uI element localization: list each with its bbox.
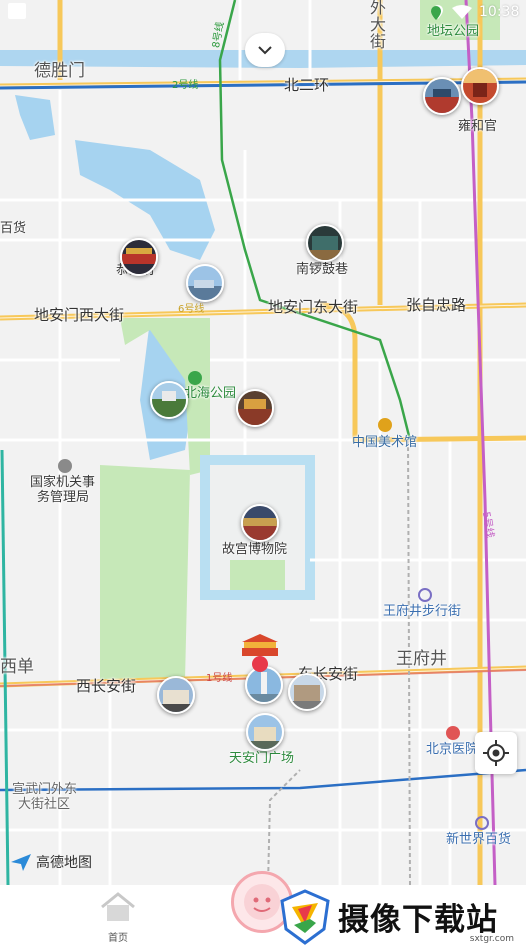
road-xichangan: 西长安街	[76, 677, 137, 695]
crosshair-icon	[483, 740, 509, 766]
photo-pin-gongwangfu[interactable]	[120, 238, 158, 276]
poi-wangfujing-street[interactable]: 王府井步行街	[383, 605, 461, 618]
home-icon	[101, 892, 135, 921]
amap-logo-icon	[11, 854, 31, 871]
district-wangfujing: 王府井	[396, 649, 447, 669]
poi-beijing-hospital[interactable]: 北京医院	[426, 743, 478, 756]
notification-icon	[8, 3, 26, 19]
poi-tiananmen-square[interactable]: 天安门广场	[229, 752, 294, 765]
shopping-icon	[418, 588, 432, 602]
chevron-down-icon	[258, 46, 272, 55]
watermark-logo-icon	[280, 888, 330, 945]
poi-guojijiguan-line1[interactable]: 国家机关事	[30, 476, 95, 489]
tab-home-label: 首页	[108, 933, 128, 944]
photo-pin-tiananmen-square[interactable]	[246, 713, 284, 751]
photo-pin-yonghegong-a[interactable]	[423, 77, 461, 115]
status-bar: 10:38	[0, 0, 526, 26]
status-time: 10:38	[479, 4, 520, 20]
tab-home[interactable]: 首页	[95, 891, 141, 944]
poi-nanluoguxiang[interactable]: 南锣鼓巷	[296, 263, 348, 276]
district-waidajie: 外 大 街	[370, 0, 387, 51]
watermark-url: sxtgr.com	[469, 934, 514, 944]
watermark: 摄像下载站 sxtgr.com	[280, 885, 526, 948]
area-dajie-community: 大街社区	[18, 797, 71, 812]
road-xuanwumen-outer: 宣武门外东	[12, 782, 78, 797]
road-zhangzizhong: 张自忠路	[406, 296, 467, 314]
poi-yonghegong[interactable]: 雍和官	[458, 120, 497, 133]
mall-icon	[475, 816, 489, 830]
wifi-icon	[452, 4, 472, 19]
road-north-2nd-ring: 北二环	[284, 76, 330, 94]
park-pin-icon	[430, 5, 442, 20]
photo-pin-jingshan[interactable]	[236, 389, 274, 427]
watermark-brand: 摄像下载站	[338, 902, 498, 938]
photo-pin-gugong[interactable]	[241, 504, 279, 542]
attribution-text: 高德地图	[36, 855, 92, 871]
metro-line-2-label: 2号线	[172, 80, 199, 91]
poi-ditan-park[interactable]: 地坛公园	[427, 25, 479, 38]
park-icon	[188, 371, 202, 385]
collapse-button[interactable]	[245, 33, 285, 67]
metro-line-6-label: 6号线	[178, 304, 205, 315]
map-canvas[interactable]: 10:38 德胜门 西单 王府井 外 大 街 北二环 地安门西大街 地安门东大街…	[0, 0, 526, 886]
poi-beihai-park[interactable]: 北海公园	[184, 387, 236, 400]
locate-me-button[interactable]	[475, 732, 517, 774]
tiananmen-landmark-icon[interactable]	[238, 632, 282, 672]
district-xidan: 西单	[0, 657, 34, 677]
photo-pin-dongchangan[interactable]	[288, 673, 326, 711]
photo-pin-nanluoguxiang[interactable]	[306, 224, 344, 262]
map-attribution: 高德地图	[10, 852, 92, 872]
hospital-icon	[446, 726, 460, 740]
district-deshengmen: 德胜门	[34, 61, 85, 81]
road-dianmen-west: 地安门西大街	[34, 306, 125, 324]
poi-meishuguan[interactable]: 中国美术馆	[352, 436, 417, 449]
poi-xinshijie[interactable]: 新世界百货	[446, 833, 511, 846]
poi-guojijiguan-line2: 务管理局	[37, 490, 90, 505]
photo-pin-beihai[interactable]	[150, 381, 188, 419]
poi-left-cut: 百货	[0, 221, 27, 236]
photo-pin-houhai[interactable]	[186, 264, 224, 302]
road-dianmen-east: 地安门东大街	[268, 298, 359, 316]
museum-icon	[378, 418, 392, 432]
photo-pin-yonghegong-b[interactable]	[461, 67, 499, 105]
metro-line-1-label: 1号线	[206, 673, 233, 684]
poi-gugong[interactable]: 故宫博物院	[222, 543, 287, 556]
government-icon	[58, 459, 72, 473]
photo-pin-xichangan[interactable]	[157, 676, 195, 714]
